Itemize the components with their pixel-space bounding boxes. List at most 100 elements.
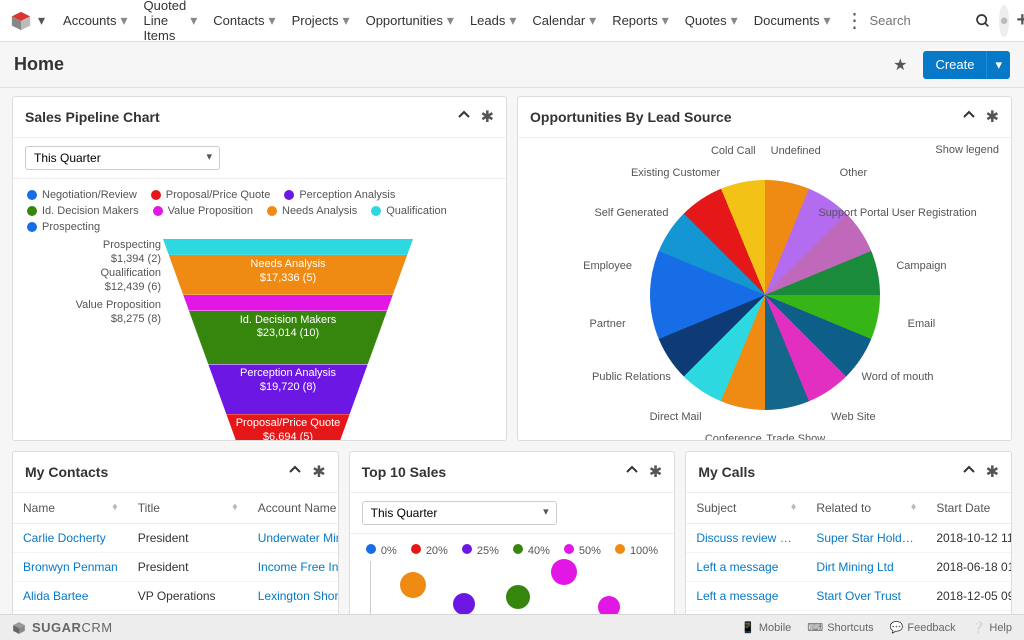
bubble-point[interactable]	[506, 585, 530, 609]
legend-item[interactable]: Value Proposition	[153, 205, 253, 217]
legend-swatch-icon	[267, 206, 277, 216]
table-header[interactable]: Title♦	[128, 493, 248, 524]
pie-chart-wrap: UndefinedOtherSupport Portal User Regist…	[650, 180, 880, 410]
call-subject[interactable]: Left a message	[686, 582, 806, 611]
quick-create-icon[interactable]: +	[1017, 5, 1024, 37]
contact-name[interactable]: Alida Bartee	[13, 582, 128, 611]
funnel-segment[interactable]	[163, 295, 413, 311]
panel-my-contacts: My Contacts ✱ Name♦Title♦Account Name♦ C…	[12, 451, 339, 619]
contact-account[interactable]: Underwater Mining Inc.	[248, 524, 339, 553]
contacts-table: Name♦Title♦Account Name♦ Carlie Docherty…	[13, 493, 339, 619]
call-related[interactable]: Super Star Holdings I...	[806, 524, 926, 553]
footer-link-mobile[interactable]: 📱Mobile	[741, 621, 791, 634]
panel-settings-icon[interactable]: ✱	[312, 462, 325, 482]
panel-collapse-icon[interactable]	[962, 463, 976, 481]
call-related[interactable]: Dirt Mining Ltd	[806, 553, 926, 582]
legend-item[interactable]: Negotiation/Review	[27, 189, 137, 201]
panel-collapse-icon[interactable]	[288, 463, 302, 481]
table-row[interactable]: Discuss review processSuper Star Holding…	[686, 524, 1012, 553]
nav-item-calendar[interactable]: Calendar ▾	[524, 0, 604, 42]
nav-item-label: Quoted Line Items	[144, 0, 187, 43]
call-date: 2018-10-12 11:45	[926, 524, 1012, 553]
pipeline-period-select[interactable]	[25, 146, 220, 170]
panel-settings-icon[interactable]: ✱	[986, 107, 999, 127]
panel-settings-icon[interactable]: ✱	[986, 462, 999, 482]
search-icon[interactable]	[967, 5, 999, 37]
funnel-segment[interactable]: Id. Decision Makers$23,014 (10)	[163, 311, 413, 365]
funnel-segment[interactable]	[163, 239, 413, 255]
contact-title: VP Operations	[128, 582, 248, 611]
footer-link-help[interactable]: ❔Help	[972, 621, 1012, 634]
nav-item-leads[interactable]: Leads▾	[462, 0, 524, 42]
table-header[interactable]: Name♦	[13, 493, 128, 524]
legend-item[interactable]: Prospecting	[27, 221, 100, 233]
legend-item[interactable]: Perception Analysis	[284, 189, 395, 201]
contact-name[interactable]: Carlie Docherty	[13, 524, 128, 553]
nav-item-opportunities[interactable]: Opportunities▾	[358, 0, 462, 42]
nav-item-contacts[interactable]: Contacts▾	[205, 0, 283, 42]
contact-title: President	[128, 524, 248, 553]
top10-period-select[interactable]	[362, 501, 557, 525]
table-row[interactable]: Carlie DochertyPresidentUnderwater Minin…	[13, 524, 339, 553]
create-dropdown-icon[interactable]: ▾	[986, 51, 1010, 79]
nav-item-projects[interactable]: Projects▾	[284, 0, 358, 42]
pie-slice-label: Other	[840, 167, 868, 179]
favorite-star-icon[interactable]: ★	[893, 55, 907, 75]
panel-title: Opportunities By Lead Source	[530, 109, 952, 125]
nav-item-quoted-line-items[interactable]: Quoted Line Items▾	[136, 0, 206, 42]
table-row[interactable]: Left a messageStart Over Trust2018-12-05…	[686, 582, 1012, 611]
table-header[interactable]: Related to♦	[806, 493, 926, 524]
footer-link-shortcuts[interactable]: ⌨Shortcuts	[807, 621, 873, 634]
calls-table: Subject♦Related to♦Start Date♦ Discuss r…	[686, 493, 1012, 619]
contact-account[interactable]: Lexington Shores Corp	[248, 582, 339, 611]
nav-item-documents[interactable]: Documents▾	[746, 0, 839, 42]
table-header[interactable]: Subject♦	[686, 493, 806, 524]
app-menu-caret-icon[interactable]: ▾	[38, 12, 45, 29]
legend-item: 0%	[366, 544, 397, 557]
bubble-point[interactable]	[453, 593, 475, 615]
contact-account[interactable]: Income Free Investing ...	[248, 553, 339, 582]
create-button[interactable]: Create	[923, 51, 986, 79]
funnel-segment[interactable]: Proposal/Price Quote$6,694 (5)	[163, 414, 413, 441]
nav-item-reports[interactable]: Reports▾	[604, 0, 677, 42]
search-input[interactable]	[869, 9, 959, 32]
table-header[interactable]: Start Date♦	[926, 493, 1012, 524]
legend-item[interactable]: Id. Decision Makers	[27, 205, 139, 217]
bubble-point[interactable]	[400, 572, 426, 598]
show-legend-link[interactable]: Show legend	[935, 144, 999, 156]
nav-item-label: Calendar	[532, 13, 585, 28]
footer-link-feedback[interactable]: 💬Feedback	[890, 621, 956, 634]
legend-item[interactable]: Proposal/Price Quote	[151, 189, 271, 201]
pie-slice-label: Public Relations	[592, 371, 671, 383]
app-logo-icon[interactable]	[10, 10, 32, 32]
panel-collapse-icon[interactable]	[625, 463, 639, 481]
nav-overflow-icon[interactable]: ⋮	[838, 8, 869, 33]
caret-down-icon: ▾	[190, 12, 197, 29]
pie-slice-label: Conference	[705, 433, 762, 441]
pie-slice-label: Self Generated	[594, 207, 668, 219]
shortcuts-icon: ⌨	[807, 621, 823, 634]
call-subject[interactable]: Discuss review process	[686, 524, 806, 553]
page-header: Home ★ Create ▾	[0, 42, 1024, 88]
bubble-point[interactable]	[551, 559, 577, 585]
panel-title: My Contacts	[25, 464, 278, 480]
funnel-segment[interactable]: Needs Analysis$17,336 (5)	[163, 255, 413, 295]
table-row[interactable]: Left a messageDirt Mining Ltd2018-06-18 …	[686, 553, 1012, 582]
caret-down-icon: ▾	[589, 12, 596, 29]
call-related[interactable]: Start Over Trust	[806, 582, 926, 611]
nav-item-accounts[interactable]: Accounts▾	[55, 0, 136, 42]
legend-item[interactable]: Qualification	[371, 205, 447, 217]
panel-collapse-icon[interactable]	[457, 108, 471, 126]
notifications-icon[interactable]: ●	[999, 5, 1008, 37]
call-subject[interactable]: Left a message	[686, 553, 806, 582]
nav-item-quotes[interactable]: Quotes▾	[677, 0, 746, 42]
funnel-segment[interactable]: Perception Analysis$19,720 (8)	[163, 364, 413, 414]
table-header[interactable]: Account Name♦	[248, 493, 339, 524]
contact-name[interactable]: Bronwyn Penman	[13, 553, 128, 582]
panel-settings-icon[interactable]: ✱	[481, 107, 494, 127]
legend-item[interactable]: Needs Analysis	[267, 205, 357, 217]
panel-settings-icon[interactable]: ✱	[649, 462, 662, 482]
panel-collapse-icon[interactable]	[962, 108, 976, 126]
table-row[interactable]: Alida BarteeVP OperationsLexington Shore…	[13, 582, 339, 611]
table-row[interactable]: Bronwyn PenmanPresidentIncome Free Inves…	[13, 553, 339, 582]
